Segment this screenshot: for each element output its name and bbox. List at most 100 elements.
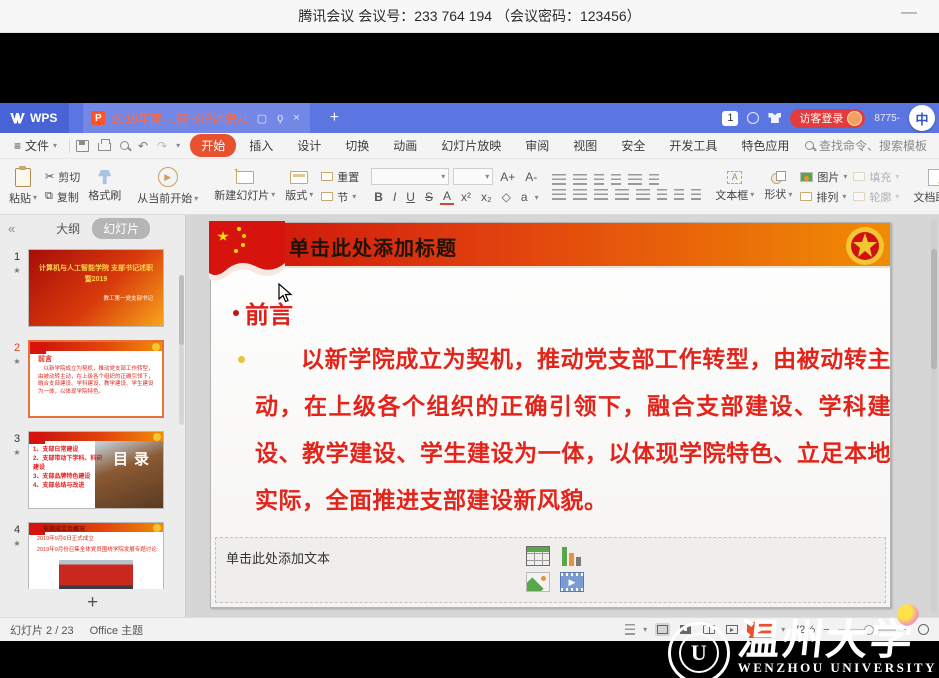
new-tab-button[interactable]: + bbox=[324, 109, 345, 127]
tab-design[interactable]: 设计 bbox=[286, 134, 332, 157]
collapse-panel-button[interactable]: « bbox=[8, 221, 15, 236]
sidebar-scrollbar[interactable] bbox=[179, 275, 184, 425]
content-placeholder[interactable]: 单击此处添加文本 ▶ bbox=[215, 537, 886, 603]
font-color-button[interactable]: A bbox=[440, 189, 454, 205]
tab-transition[interactable]: 切换 bbox=[334, 134, 380, 157]
add-slide-button[interactable]: + bbox=[0, 589, 185, 617]
chevron-down-icon: ▾ bbox=[352, 192, 356, 201]
skin-icon[interactable] bbox=[768, 113, 781, 123]
command-search[interactable]: 查找命令、搜索模板 bbox=[805, 137, 931, 154]
document-tab[interactable]: P 2019年度-...部书记述职v1 ▢ ϙ × bbox=[83, 103, 309, 133]
paragraph-spacing-icon[interactable] bbox=[674, 189, 684, 200]
insert-picture-icon[interactable] bbox=[526, 572, 550, 592]
tab-animation[interactable]: 动画 bbox=[382, 134, 428, 157]
decrease-indent-icon[interactable] bbox=[594, 174, 604, 185]
slide-thumbnail-3[interactable]: 目录 1、支部日常建设 2、支部带动下学科、科研建设 3、支部品牌特色建设 4、… bbox=[28, 431, 164, 509]
tab-slideshow[interactable]: 幻灯片放映 bbox=[430, 134, 512, 157]
thumb4-bullet: 2019年9月6日正式成立 bbox=[37, 535, 163, 543]
share-screen-icon[interactable]: ▢ bbox=[255, 112, 269, 125]
text-direction-icon[interactable] bbox=[628, 174, 642, 185]
increase-indent-icon[interactable] bbox=[611, 174, 621, 185]
tab-insert[interactable]: 插入 bbox=[238, 134, 284, 157]
wps-logo-button[interactable]: WPS bbox=[0, 103, 69, 133]
arrange-button[interactable]: 排列▾ bbox=[800, 189, 847, 205]
new-slide-button[interactable]: 新建幻灯片▾ bbox=[209, 162, 280, 211]
notes-icon[interactable] bbox=[625, 624, 635, 635]
quickbar-more-icon[interactable]: ▾ bbox=[176, 141, 180, 150]
italic-button[interactable]: I bbox=[390, 190, 399, 204]
wps-window: WPS P 2019年度-...部书记述职v1 ▢ ϙ × + 1 访客登录 8… bbox=[0, 103, 939, 641]
slide-editor[interactable]: 单击此处添加标题 前言 以新学院成立为契机，推动党支部工作转型，由被动转主动，在… bbox=[210, 222, 891, 608]
sync-icon[interactable] bbox=[747, 112, 759, 124]
chevron-down-icon: ▾ bbox=[441, 172, 445, 181]
font-size-select[interactable]: ▾ bbox=[453, 168, 493, 185]
subscript-button[interactable]: x₂ bbox=[478, 190, 495, 204]
cut-button[interactable]: ✂剪切 bbox=[45, 169, 80, 185]
section-button[interactable]: 节▾ bbox=[321, 189, 359, 205]
save-icon[interactable] bbox=[76, 140, 89, 152]
theme-label[interactable]: Office 主题 bbox=[90, 622, 144, 638]
tab-review[interactable]: 审阅 bbox=[514, 134, 560, 157]
shrink-font-button[interactable]: A- bbox=[522, 170, 540, 184]
insert-chart-icon[interactable] bbox=[560, 546, 584, 566]
slide-title-placeholder[interactable]: 单击此处添加标题 bbox=[289, 232, 457, 261]
print-preview-icon[interactable] bbox=[120, 141, 129, 150]
distribute-icon[interactable] bbox=[636, 189, 650, 200]
brush-icon bbox=[98, 170, 111, 184]
doc-assistant-button[interactable]: 文档助手 bbox=[908, 162, 939, 211]
grow-font-button[interactable]: A+ bbox=[497, 170, 518, 184]
tab-slides[interactable]: 幻灯片 bbox=[92, 218, 150, 239]
thumb2-heading: 前言 bbox=[38, 354, 162, 364]
tab-home[interactable]: 开始 bbox=[190, 134, 236, 157]
redo-icon[interactable]: ↷ bbox=[157, 139, 167, 153]
shapes-button[interactable]: 形状▾ bbox=[759, 162, 797, 211]
window-count-badge[interactable]: 1 bbox=[722, 111, 738, 126]
justify-icon[interactable] bbox=[615, 189, 629, 200]
textbox-label: 文本框 bbox=[715, 187, 748, 203]
clear-format-icon[interactable]: ◇ bbox=[499, 190, 514, 204]
slide-thumbnail-4[interactable]: 支部成立及概况 2019年9月6日正式成立 2019年9月份召集全体党员围绕学院… bbox=[28, 522, 164, 589]
slide-thumbnail-1[interactable]: 计算机与人工智能学院 支部书记述职 暨2019 教工第一党支部书记 bbox=[28, 249, 164, 327]
file-menu-button[interactable]: ≡ 文件 ▾ bbox=[8, 137, 63, 154]
insert-table-icon[interactable] bbox=[526, 546, 550, 566]
copy-button[interactable]: ⧉复制 bbox=[45, 189, 80, 205]
layout-button[interactable]: 版式▾ bbox=[280, 162, 318, 211]
reset-button[interactable]: 重置 bbox=[321, 169, 359, 185]
slide-body-text[interactable]: 以新学院成立为契机，推动党支部工作转型，由被动转主动，在上级各个组织的正确引领下… bbox=[255, 336, 891, 524]
align-left-icon[interactable] bbox=[552, 189, 566, 200]
align-right-icon[interactable] bbox=[594, 189, 608, 200]
underline-button[interactable]: U bbox=[403, 190, 418, 204]
picture-button[interactable]: 图片▾ bbox=[800, 169, 847, 185]
ime-indicator[interactable]: 中 bbox=[909, 105, 935, 131]
undo-icon[interactable]: ↶ bbox=[138, 139, 148, 153]
minimize-button[interactable]: — bbox=[895, 2, 923, 24]
columns-icon[interactable] bbox=[649, 174, 659, 185]
chevron-down-icon[interactable]: ▾ bbox=[643, 625, 647, 634]
tab-security[interactable]: 安全 bbox=[610, 134, 656, 157]
close-tab-icon[interactable]: × bbox=[291, 112, 301, 124]
bold-button[interactable]: B bbox=[371, 190, 386, 204]
tab-outline[interactable]: 大纲 bbox=[56, 220, 80, 237]
format-painter-button[interactable]: 格式刷 bbox=[83, 162, 126, 211]
char-tool-button[interactable]: a bbox=[518, 190, 531, 204]
tab-special[interactable]: 特色应用 bbox=[730, 134, 800, 157]
guest-login-button[interactable]: 访客登录 bbox=[790, 109, 865, 128]
font-name-select[interactable]: ▾ bbox=[371, 168, 449, 185]
tab-view[interactable]: 视图 bbox=[562, 134, 608, 157]
align-center-icon[interactable] bbox=[573, 189, 587, 200]
superscript-button[interactable]: x² bbox=[458, 190, 474, 204]
insert-media-icon[interactable]: ▶ bbox=[560, 572, 584, 592]
play-from-current-button[interactable]: ▶ 从当前开始▾ bbox=[132, 162, 203, 211]
text-align-vertical-icon[interactable] bbox=[691, 189, 701, 200]
canvas-scrollbar[interactable] bbox=[931, 219, 937, 613]
slide-thumbnail-2-selected[interactable]: 前言 以新学院成立为契机，推动党支部工作转型，由被动转主动，在上级各个组织的正确… bbox=[28, 340, 164, 418]
strikethrough-button[interactable]: S bbox=[422, 190, 436, 204]
numbered-list-icon[interactable] bbox=[573, 174, 587, 185]
bullet-list-icon[interactable] bbox=[552, 174, 566, 185]
tab-devtools[interactable]: 开发工具 bbox=[658, 134, 728, 157]
tips-bulb-icon[interactable]: ϙ bbox=[275, 112, 285, 124]
paste-button[interactable]: 粘贴▾ bbox=[4, 162, 42, 211]
textbox-button[interactable]: A 文本框▾ bbox=[710, 162, 759, 211]
line-spacing-icon[interactable] bbox=[657, 189, 667, 200]
print-icon[interactable] bbox=[98, 143, 111, 151]
